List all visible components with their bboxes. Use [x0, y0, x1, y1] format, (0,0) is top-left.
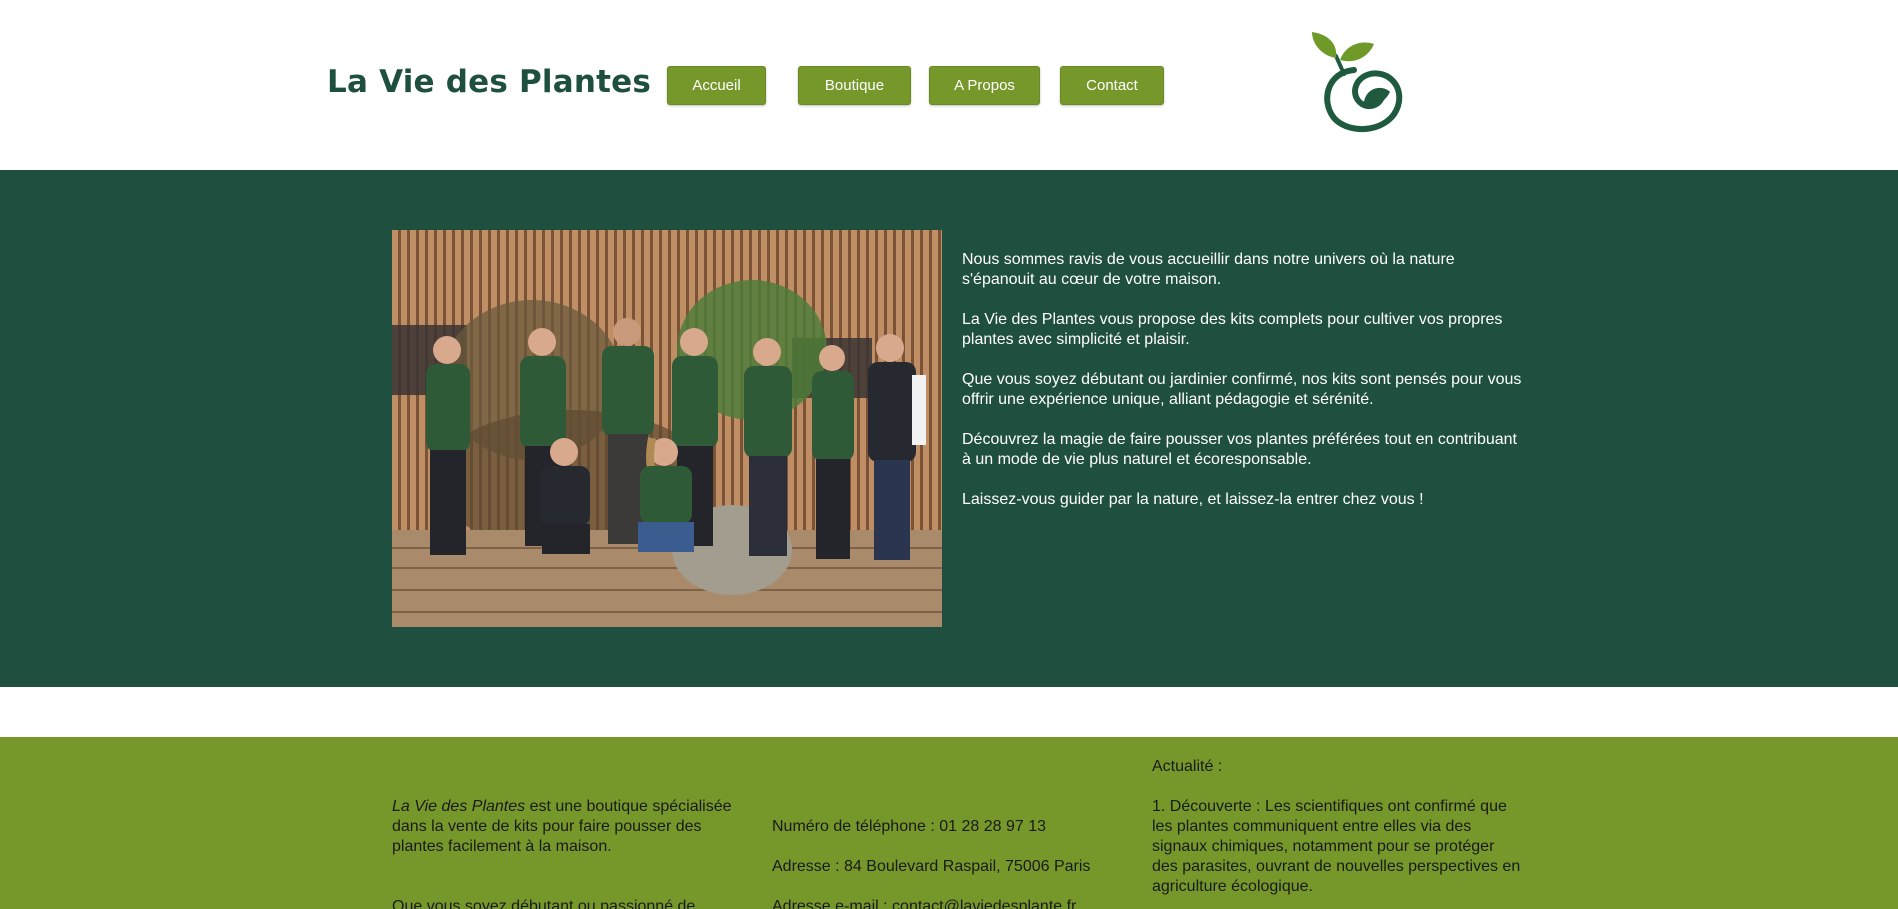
- welcome-paragraph: La Vie des Plantes vous propose des kits…: [962, 311, 1503, 348]
- nav-boutique-button[interactable]: Boutique: [798, 66, 911, 105]
- site-footer: La Vie des Plantes est une boutique spéc…: [0, 737, 1898, 909]
- footer-brand-name: La Vie des Plantes: [392, 798, 526, 815]
- welcome-paragraph: Laissez-vous guider par la nature, et la…: [962, 491, 1424, 508]
- team-photo: [392, 230, 942, 627]
- footer-about-text-2: Que vous soyez débutant ou passionné de: [392, 898, 696, 909]
- nav-accueil-button[interactable]: Accueil: [667, 66, 766, 105]
- sprout-leaf-logo-icon[interactable]: [1306, 30, 1408, 136]
- footer-address: Adresse : 84 Boulevard Raspail, 75006 Pa…: [772, 858, 1091, 875]
- welcome-paragraph: Nous sommes ravis de vous accueillir dan…: [962, 251, 1455, 288]
- footer-news: Actualité : 1. Découverte : Les scientif…: [1152, 757, 1522, 897]
- footer-news-title: Actualité :: [1152, 758, 1223, 775]
- footer-about: La Vie des Plantes est une boutique spéc…: [392, 797, 752, 909]
- hero-section: Nous sommes ravis de vous accueillir dan…: [0, 170, 1898, 687]
- site-title[interactable]: La Vie des Plantes: [327, 64, 651, 100]
- footer-contact: Numéro de téléphone : 01 28 28 97 13 Adr…: [772, 817, 1132, 909]
- welcome-text: Nous sommes ravis de vous accueillir dan…: [962, 250, 1522, 530]
- welcome-paragraph: Découvrez la magie de faire pousser vos …: [962, 431, 1517, 468]
- footer-phone: Numéro de téléphone : 01 28 28 97 13: [772, 818, 1046, 835]
- welcome-paragraph: Que vous soyez débutant ou jardinier con…: [962, 371, 1522, 408]
- footer-email[interactable]: Adresse e-mail : contact@laviedesplante.…: [772, 897, 1132, 909]
- nav-apropos-button[interactable]: A Propos: [929, 66, 1040, 105]
- footer-news-item: 1. Découverte : Les scientifiques ont co…: [1152, 798, 1521, 895]
- site-header: La Vie des Plantes Accueil Boutique A Pr…: [0, 0, 1898, 170]
- nav-contact-button[interactable]: Contact: [1060, 66, 1164, 105]
